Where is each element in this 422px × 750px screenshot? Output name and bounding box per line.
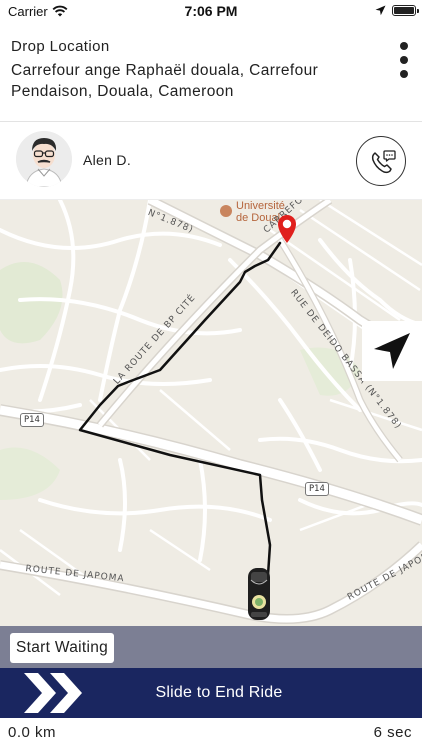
double-chevron-right-icon[interactable]: [18, 669, 90, 717]
drop-location-header: Drop Location Carrefour ange Raphaël dou…: [0, 28, 422, 122]
slide-to-end-label: Slide to End Ride: [155, 684, 283, 701]
road-badge-p14-left: P14: [20, 413, 44, 427]
drop-location-title: Drop Location: [11, 38, 110, 55]
road-badge-p14-right: P14: [305, 482, 329, 496]
phone-chat-icon: [371, 150, 396, 174]
driver-name: Alen D.: [83, 152, 132, 168]
destination-pin-icon: [278, 215, 296, 243]
status-bar: Carrier 7:06 PM: [0, 0, 422, 24]
recenter-map-button[interactable]: [362, 321, 422, 381]
waiting-bar: Start Waiting: [0, 626, 422, 668]
trip-duration: 6 sec: [373, 724, 412, 741]
vehicle-icon: [248, 568, 270, 620]
navigation-arrow-icon: [374, 333, 410, 369]
trip-stats-footer: 0.0 km 6 sec: [0, 718, 422, 750]
map-view[interactable]: Université de Doual CARREFOUR DU CAM N°1…: [0, 200, 422, 626]
slide-to-end-bar[interactable]: Slide to End Ride: [0, 668, 422, 718]
driver-info-row: Alen D.: [0, 122, 422, 200]
clock-time: 7:06 PM: [184, 3, 238, 19]
battery-icon: [392, 5, 419, 16]
call-driver-button[interactable]: [356, 136, 406, 186]
start-waiting-button[interactable]: Start Waiting: [10, 633, 115, 663]
driver-avatar: [16, 131, 72, 187]
kebab-menu-icon[interactable]: [394, 42, 414, 78]
drop-location-address: Carrefour ange Raphaël douala, Carrefour…: [11, 62, 319, 100]
trip-distance: 0.0 km: [8, 724, 57, 741]
map-base: [0, 200, 422, 626]
location-arrow-icon: [375, 5, 386, 16]
university-icon: [220, 205, 232, 217]
